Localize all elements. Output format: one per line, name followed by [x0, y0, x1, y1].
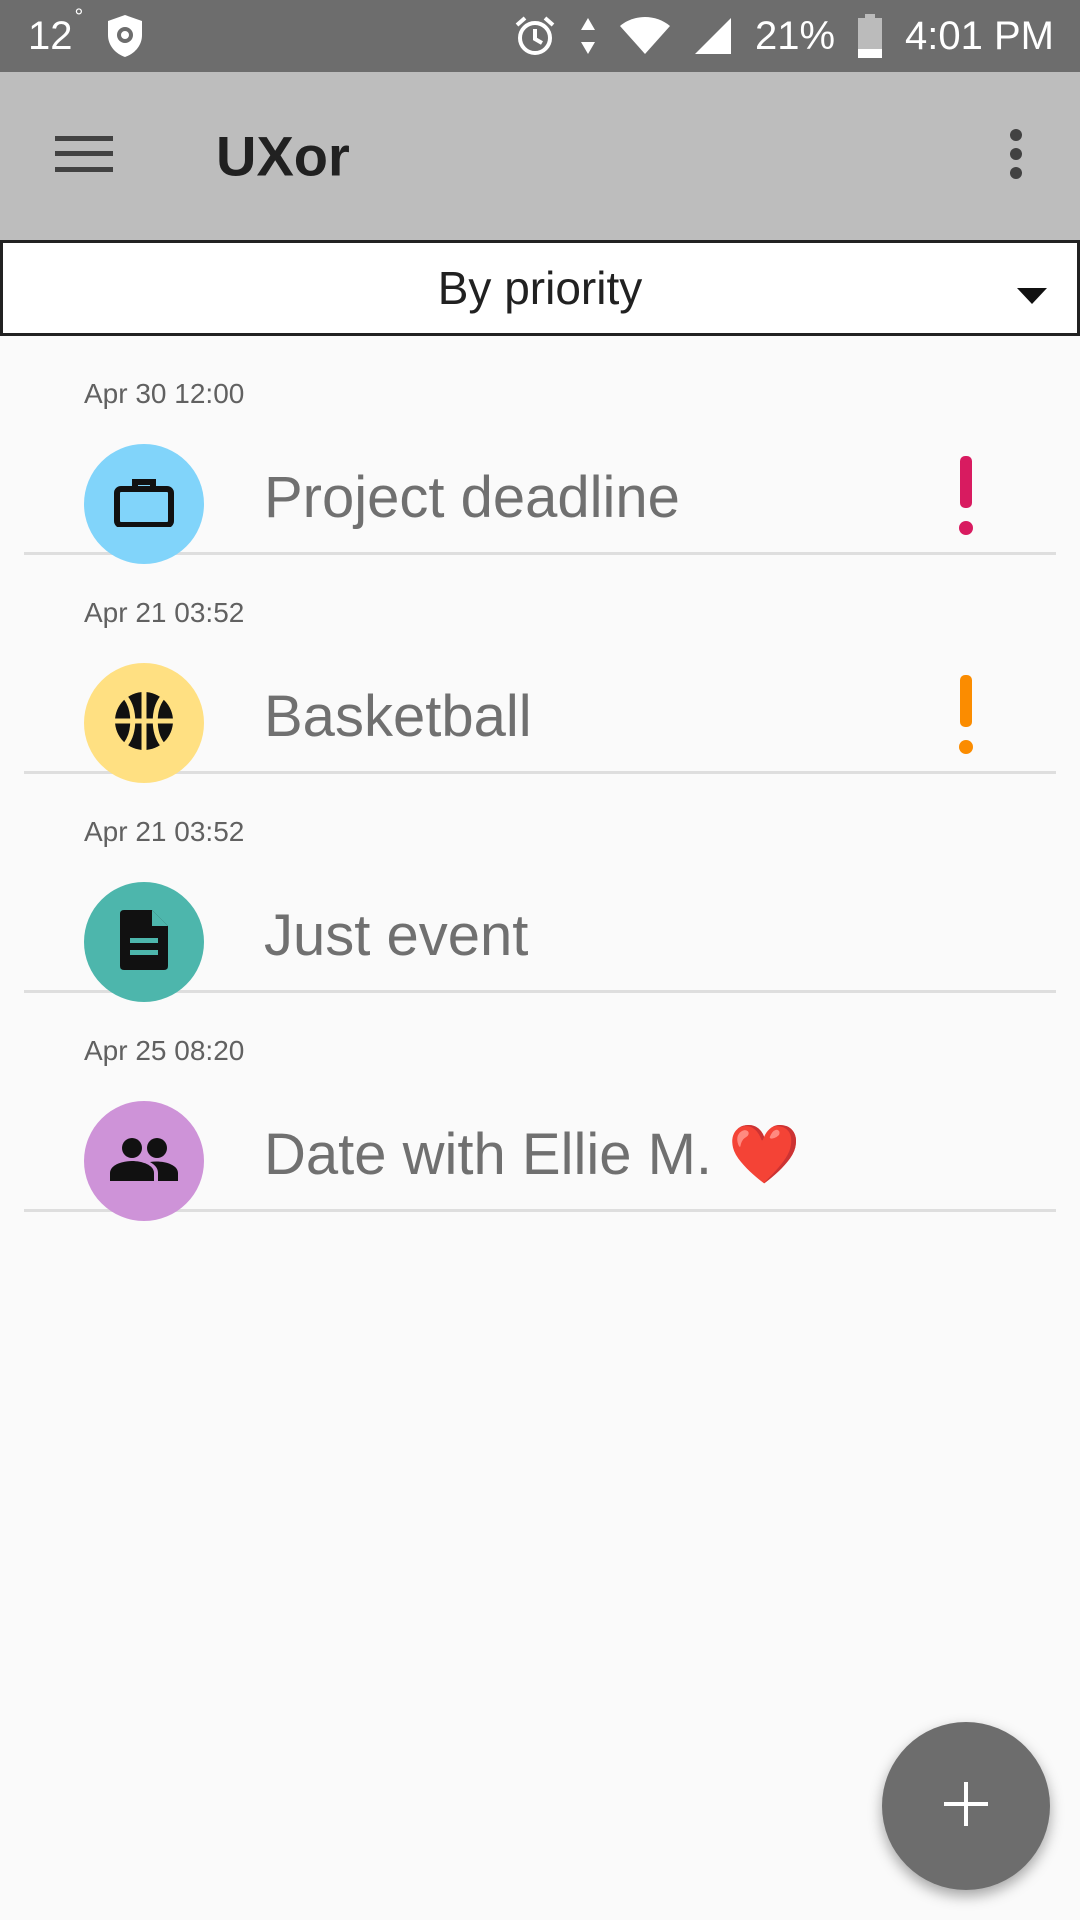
shield-icon — [105, 13, 145, 59]
more-options-button[interactable] — [988, 116, 1044, 196]
event-date: Apr 25 08:20 — [84, 1035, 245, 1066]
app-bar: UXor — [0, 72, 1080, 240]
people-icon — [110, 1137, 178, 1186]
cell-signal-icon — [693, 16, 733, 56]
sort-dropdown[interactable]: By priority — [0, 240, 1080, 336]
battery-percent: 21% — [754, 13, 836, 58]
basketball-icon — [113, 690, 175, 757]
list-item[interactable]: Apr 30 12:00 Project deadline — [24, 336, 1056, 564]
more-vert-icon — [1008, 128, 1024, 184]
add-event-button[interactable] — [882, 1722, 1050, 1890]
menu-button[interactable] — [44, 116, 124, 196]
list-item[interactable]: Apr 21 03:52 Just event — [24, 774, 1056, 1002]
wifi-icon — [619, 16, 671, 56]
event-date: Apr 30 12:00 — [84, 378, 245, 409]
event-title: Date with Ellie M. ❤️ — [264, 1122, 801, 1187]
data-arrows-icon — [579, 16, 597, 56]
dropdown-arrow-icon — [1017, 261, 1047, 315]
event-title: Just event — [264, 903, 529, 968]
event-avatar — [84, 444, 204, 564]
app-title: UXor — [216, 124, 350, 188]
event-title: Basketball — [264, 684, 532, 749]
event-avatar — [84, 1101, 204, 1221]
event-date: Apr 21 03:52 — [84, 597, 245, 628]
menu-icon — [55, 134, 113, 179]
briefcase-icon — [114, 477, 174, 532]
event-title: Project deadline — [264, 465, 680, 530]
list-item[interactable]: Apr 21 03:52 Basketball — [24, 555, 1056, 783]
priority-high-icon — [956, 456, 976, 540]
priority-medium-icon — [956, 675, 976, 759]
event-list: Apr 30 12:00 Project deadline Apr 21 03:… — [0, 336, 1080, 1221]
temperature: 12 ° — [28, 3, 84, 58]
event-avatar — [84, 663, 204, 783]
list-item[interactable]: Apr 25 08:20 Date with Ellie M. ❤️ — [24, 993, 1056, 1221]
event-avatar — [84, 882, 204, 1002]
event-date: Apr 21 03:52 — [84, 816, 245, 847]
battery-icon — [857, 13, 883, 59]
plus-icon — [944, 1781, 988, 1831]
clock: 4:01 PM — [905, 13, 1054, 58]
sort-selected-label: By priority — [437, 262, 643, 314]
alarm-icon — [513, 14, 557, 58]
status-bar: 12 ° 21% 4:01 PM — [0, 0, 1080, 72]
document-icon — [120, 909, 168, 975]
